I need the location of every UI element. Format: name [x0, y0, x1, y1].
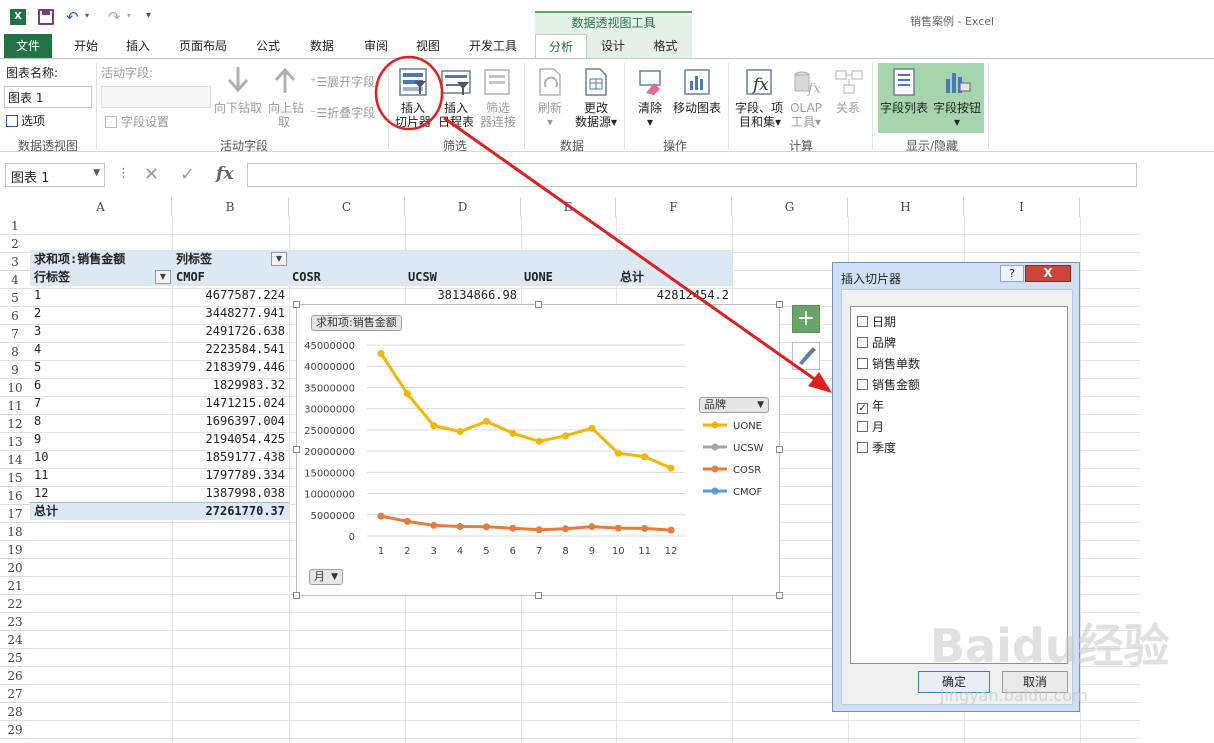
- slicer-field-item[interactable]: 月: [857, 418, 884, 436]
- dialog-title: 插入切片器: [841, 272, 902, 286]
- watermark-url: jingyan.baidu.com: [940, 686, 1088, 705]
- slicer-field-item[interactable]: 销售单数: [857, 355, 920, 373]
- slicer-field-label: 年: [872, 399, 885, 413]
- annotation-arrow-line: [443, 116, 821, 385]
- annotation-circle: [374, 55, 444, 131]
- slicer-field-label: 销售单数: [872, 357, 921, 371]
- slicer-field-item[interactable]: 销售金额: [857, 376, 920, 394]
- slicer-field-checkbox[interactable]: ✓: [857, 403, 868, 414]
- slicer-field-label: 品牌: [872, 336, 897, 350]
- excel-window: X ↶ ▾ ↷ ▾ ▾ 数据透视图工具 销售案例 - Excel 文件 开始 插…: [0, 0, 1214, 743]
- slicer-field-item[interactable]: 季度: [857, 439, 896, 457]
- slicer-field-item[interactable]: 品牌: [857, 334, 896, 352]
- slicer-field-checkbox[interactable]: [857, 421, 868, 432]
- slicer-field-checkbox[interactable]: [857, 337, 868, 348]
- close-button[interactable]: X: [1025, 265, 1071, 282]
- slicer-field-label: 日期: [872, 315, 897, 329]
- slicer-field-label: 月: [872, 420, 885, 434]
- slicer-field-label: 销售金额: [872, 378, 921, 392]
- annotation-arrowhead: [808, 372, 832, 393]
- slicer-field-checkbox[interactable]: [857, 358, 868, 369]
- slicer-field-item[interactable]: 日期: [857, 313, 896, 331]
- watermark-logo: Baidu经验: [930, 619, 1170, 673]
- slicer-field-checkbox[interactable]: [857, 316, 868, 327]
- slicer-field-checkbox[interactable]: [857, 379, 868, 390]
- slicer-field-checkbox[interactable]: [857, 442, 868, 453]
- slicer-field-item[interactable]: ✓ 年: [857, 397, 884, 415]
- help-button[interactable]: ?: [1000, 265, 1024, 282]
- slicer-field-label: 季度: [872, 441, 897, 455]
